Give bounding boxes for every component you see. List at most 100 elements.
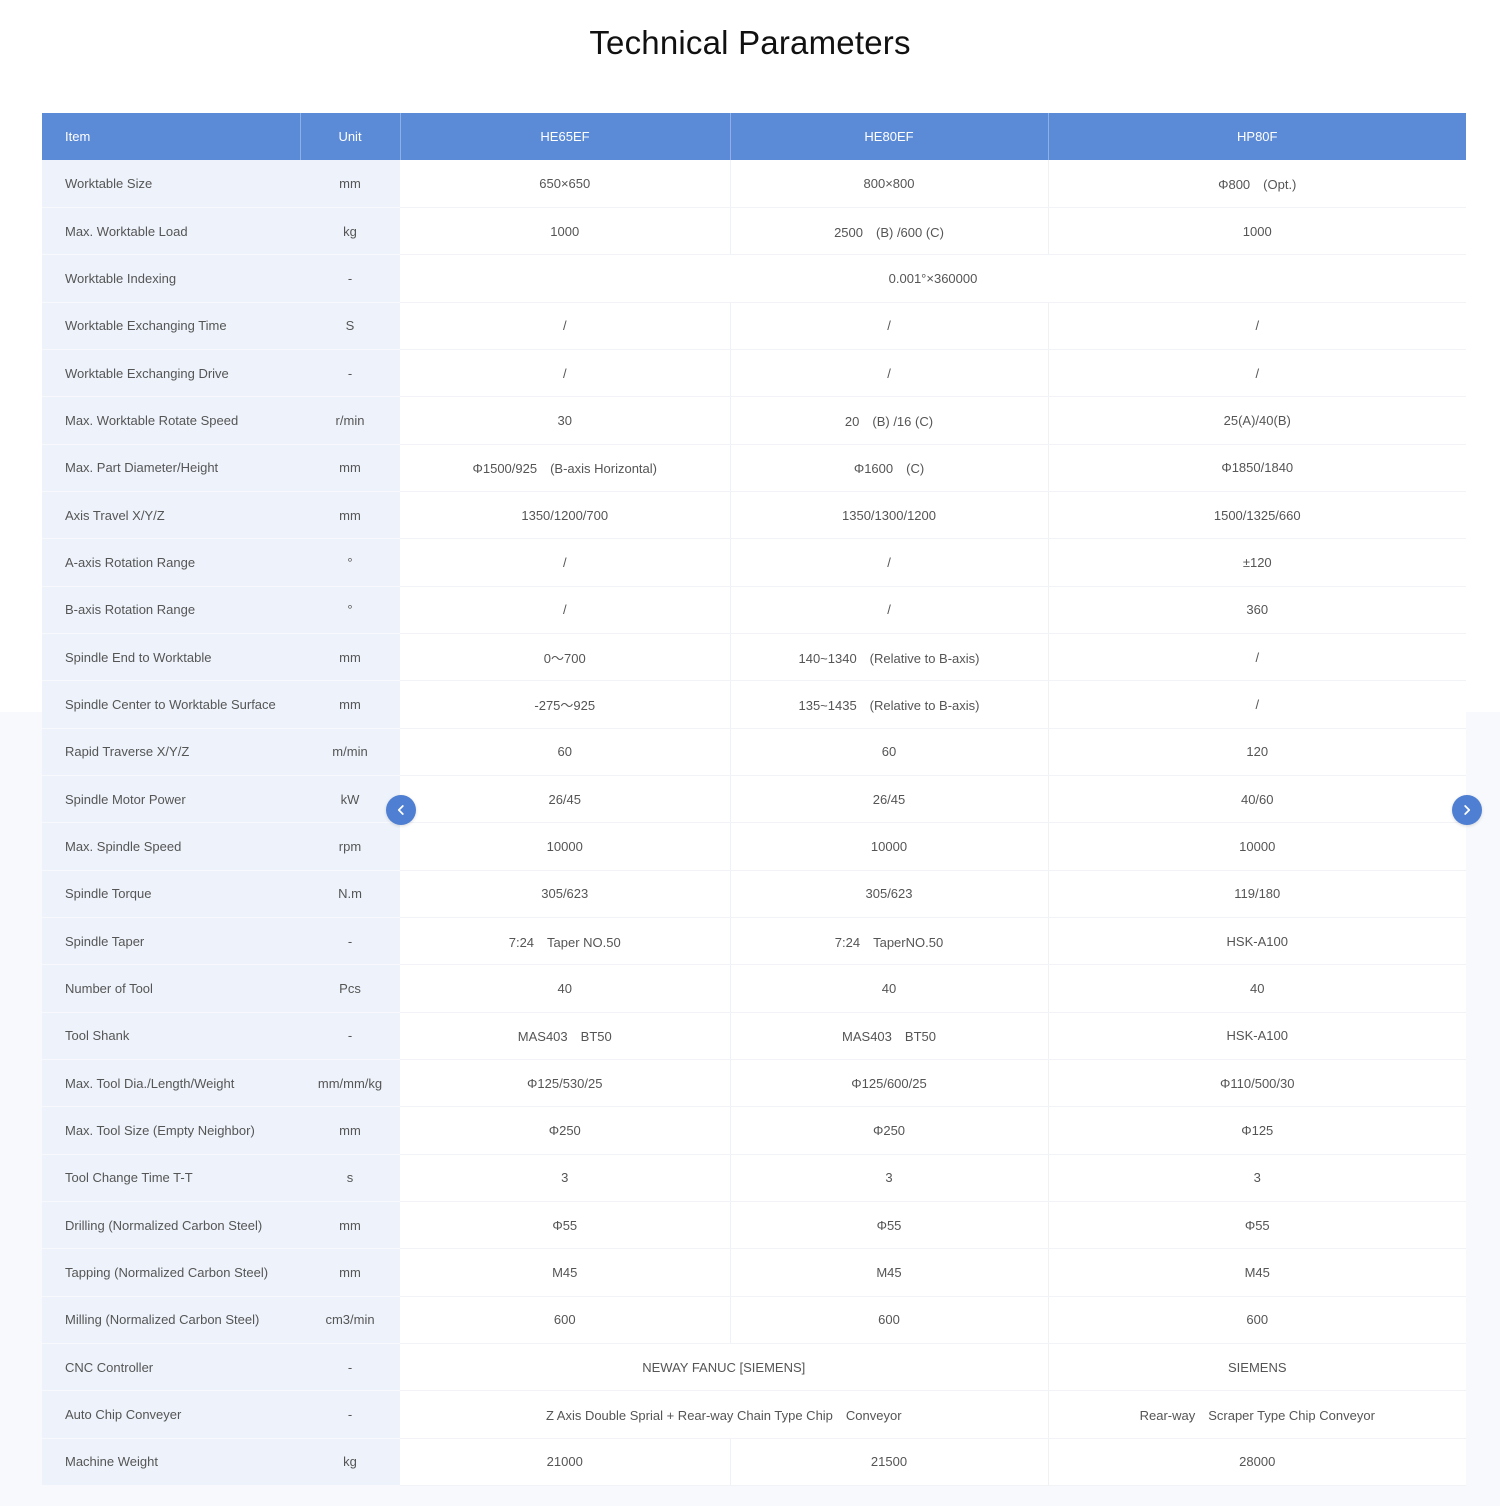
row-value-he80ef: 20 (B) /16 (C) xyxy=(730,396,1049,445)
header-unit: Unit xyxy=(300,113,401,160)
row-item-label: Auto Chip Conveyer xyxy=(42,1390,300,1439)
table-row: Drilling (Normalized Carbon Steel) mm Φ55 Φ… xyxy=(42,1201,1466,1250)
row-unit: S xyxy=(300,302,400,350)
table-row: Machine Weight kg 21000 21500 28000 xyxy=(42,1438,1466,1487)
row-value-he65ef: Φ55 xyxy=(400,1201,731,1250)
row-value-he65ef: / xyxy=(400,349,731,398)
row-value-he80ef: 3 xyxy=(730,1154,1049,1203)
table-row: Max. Tool Size (Empty Neighbor) mm Φ250 Φ25… xyxy=(42,1106,1466,1155)
row-value-he-models: NEWAY FANUC [SIEMENS] xyxy=(400,1343,1049,1392)
row-unit: mm xyxy=(300,1248,400,1297)
row-value-he80ef: M45 xyxy=(730,1248,1049,1297)
row-value-he65ef: MAS403 BT50 xyxy=(400,1012,731,1061)
row-value-he65ef: 1350/1200/700 xyxy=(400,491,731,540)
row-unit: mm xyxy=(300,633,400,682)
row-value-he65ef: 30 xyxy=(400,396,731,445)
row-item-label: Max. Part Diameter/Height xyxy=(42,444,300,492)
row-value-hp80f: / xyxy=(1048,633,1466,682)
row-unit: r/min xyxy=(300,396,400,445)
row-value-he80ef: 140~1340 (Relative to B-axis) xyxy=(730,633,1049,682)
row-value-he65ef: 1000 xyxy=(400,207,731,256)
table-row: Spindle Motor Power kW 26/45 26/45 40/60 xyxy=(42,775,1466,824)
row-value-he80ef: 21500 xyxy=(730,1438,1049,1487)
row-value-he80ef: / xyxy=(730,538,1049,587)
row-value-he65ef: 0～700 xyxy=(400,633,731,682)
row-value-hp80f: Rear-way Scraper Type Chip Conveyor xyxy=(1048,1390,1466,1439)
row-item-label: Drilling (Normalized Carbon Steel) xyxy=(42,1201,300,1250)
row-value-hp80f: 1000 xyxy=(1048,207,1466,256)
table-row: Worktable Size mm 650×650 800×800 Φ800 (Opt.… xyxy=(42,160,1466,208)
row-value-hp80f: / xyxy=(1048,349,1466,398)
table-row: Number of Tool Pcs 40 40 40 xyxy=(42,964,1466,1013)
header-row: Item Unit HE65EF HE80EF HP80F xyxy=(42,113,1466,160)
row-item-label: Worktable Exchanging Drive xyxy=(42,349,300,398)
row-value-he80ef: / xyxy=(730,302,1049,350)
row-value-hp80f: / xyxy=(1048,302,1466,350)
row-unit: - xyxy=(300,349,400,398)
table-row: B-axis Rotation Range ° //360 xyxy=(42,586,1466,634)
row-value-he65ef: M45 xyxy=(400,1248,731,1297)
row-unit: mm xyxy=(300,1201,400,1250)
table-row: Tool Change Time T-T s 3 3 3 xyxy=(42,1154,1466,1203)
row-unit: N.m xyxy=(300,870,400,919)
row-value-he65ef: 3 xyxy=(400,1154,731,1203)
row-item-label: Max. Tool Dia./Length/Weight xyxy=(42,1059,300,1108)
row-value-hp80f: HSK-A100 xyxy=(1048,917,1466,966)
next-button[interactable] xyxy=(1452,795,1482,825)
header-model-he65ef: HE65EF xyxy=(400,113,731,160)
row-unit: ° xyxy=(300,538,400,587)
row-value-hp80f: 119/180 xyxy=(1048,870,1466,919)
table-row: CNC Controller - NEWAY FANUC [SIEMENS] SIEM… xyxy=(42,1343,1466,1392)
row-item-label: Spindle End to Worktable xyxy=(42,633,300,682)
row-unit: - xyxy=(300,1343,400,1392)
row-value-he65ef: 60 xyxy=(400,728,731,776)
row-value-he65ef: / xyxy=(400,538,731,587)
row-value-hp80f: Φ110/500/30 xyxy=(1048,1059,1466,1108)
row-item-label: Rapid Traverse X/Y/Z xyxy=(42,728,300,776)
parameters-table-container: Item Unit HE65EF HE80EF HP80F Worktable … xyxy=(42,113,1466,1487)
row-unit: cm3/min xyxy=(300,1296,400,1345)
row-item-label: Spindle Taper xyxy=(42,917,300,966)
row-item-label: Max. Spindle Speed xyxy=(42,822,300,871)
row-value-he65ef: 26/45 xyxy=(400,775,731,824)
table-row: A-axis Rotation Range ° / / ±120 xyxy=(42,538,1466,587)
row-unit: kg xyxy=(300,207,400,256)
row-value-he80ef: Φ1600 (C) xyxy=(730,444,1049,492)
row-item-label: Max. Tool Size (Empty Neighbor) xyxy=(42,1106,300,1155)
row-item-label: CNC Controller xyxy=(42,1343,300,1392)
row-value-he65ef: / xyxy=(400,586,731,634)
row-value-he65ef: 21000 xyxy=(400,1438,731,1487)
table-row: Spindle Taper -7:24 Taper NO.50 7:24 Taper… xyxy=(42,917,1466,966)
row-value-he65ef: 40 xyxy=(400,964,731,1013)
row-value-hp80f: 600 xyxy=(1048,1296,1466,1345)
row-value-all-models: 0.001°×360000 xyxy=(400,254,1466,303)
row-value-he65ef: 650×650 xyxy=(400,160,731,208)
row-value-hp80f: 3 xyxy=(1048,1154,1466,1203)
row-item-label: Spindle Center to Worktable Surface xyxy=(42,680,300,729)
row-value-he80ef: 26/45 xyxy=(730,775,1049,824)
row-item-label: Tool Change Time T-T xyxy=(42,1154,300,1203)
row-value-he-models: Z Axis Double Sprial + Rear-way Chain Ty… xyxy=(400,1390,1049,1439)
row-value-he80ef: / xyxy=(730,349,1049,398)
table-row: Worktable Exchanging Time S / / / xyxy=(42,302,1466,350)
header-item: Item xyxy=(42,113,301,160)
row-unit: mm xyxy=(300,491,400,540)
row-unit: s xyxy=(300,1154,400,1203)
row-value-hp80f: Φ1850/1840 xyxy=(1048,444,1466,492)
row-value-hp80f: 120 xyxy=(1048,728,1466,776)
row-unit: mm xyxy=(300,160,400,208)
chevron-right-icon xyxy=(1464,805,1471,815)
table-row: Max. Part Diameter/Height mm Φ1500/925 (B-… xyxy=(42,444,1466,492)
row-value-he80ef: 7:24 TaperNO.50 xyxy=(730,917,1049,966)
prev-button[interactable] xyxy=(386,795,416,825)
row-item-label: Machine Weight xyxy=(42,1438,300,1487)
row-value-he65ef: 600 xyxy=(400,1296,731,1345)
row-value-he65ef: 10000 xyxy=(400,822,731,871)
row-unit: kg xyxy=(300,1438,400,1487)
parameters-table: Item Unit HE65EF HE80EF HP80F Worktable … xyxy=(42,113,1466,1487)
row-value-he65ef: Φ1500/925 (B-axis Horizontal) xyxy=(400,444,731,492)
row-item-label: A-axis Rotation Range xyxy=(42,538,300,587)
table-body: Worktable Size mm 650×650 800×800 Φ800 (Opt.… xyxy=(42,160,1466,1487)
row-value-hp80f: Φ55 xyxy=(1048,1201,1466,1250)
row-value-hp80f: 40/60 xyxy=(1048,775,1466,824)
